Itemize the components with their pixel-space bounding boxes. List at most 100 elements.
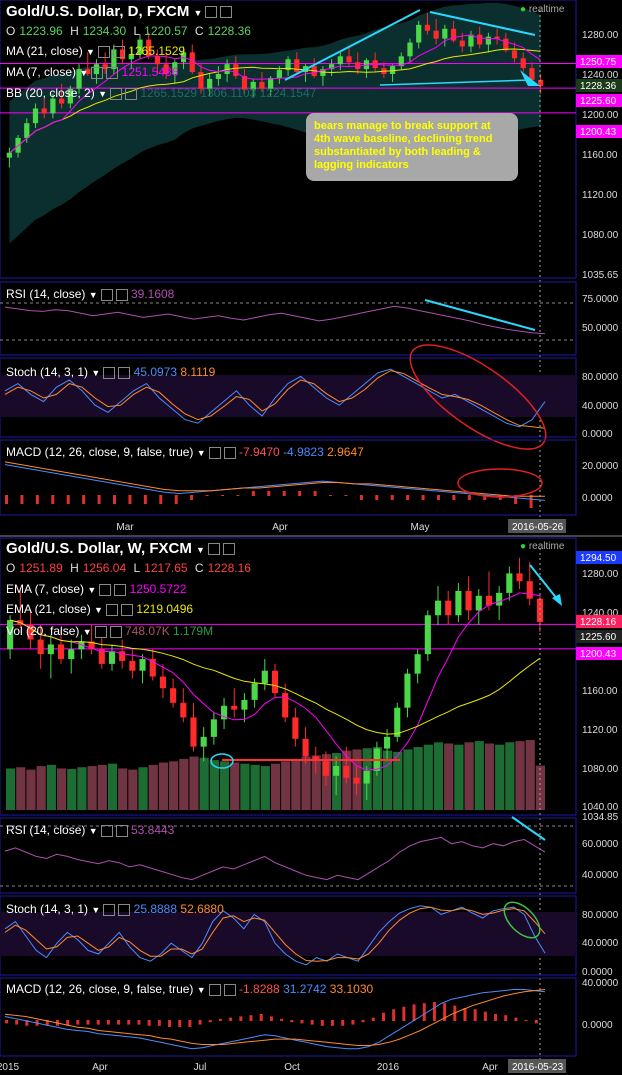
- macd-hist-bar: [432, 1002, 436, 1021]
- ma7-legend[interactable]: MA (7, close) ▼ 1251.5486: [6, 65, 178, 79]
- macd-label: MACD (12, 26, close, 9, false, true): [6, 982, 194, 996]
- macd-value: -1.8288: [239, 982, 280, 996]
- top-stoch-legend[interactable]: Stoch (14, 3, 1) ▼ 45.0973 8.1119: [6, 365, 215, 379]
- x-axis-label: Apr: [92, 1062, 108, 1073]
- macd-hist-bar: [494, 1014, 498, 1021]
- candle-body: [139, 659, 146, 671]
- candle-body: [468, 34, 474, 47]
- macd-hist-bar: [143, 495, 147, 504]
- price-tag: 1200.43: [580, 127, 617, 138]
- bb-legend[interactable]: BB (20, close, 2) ▼ 1265.1529 1306.1103 …: [6, 86, 316, 100]
- macd-hist-bar: [298, 491, 302, 496]
- rsi-axis-label: 75.0000: [582, 294, 619, 305]
- volume-bar: [495, 744, 505, 810]
- close-icon[interactable]: [124, 87, 137, 100]
- ema7-legend[interactable]: EMA (7, close) ▼ 1250.5722: [6, 582, 186, 596]
- macd-hist-bar: [208, 1020, 212, 1023]
- settings-icon[interactable]: [97, 45, 110, 58]
- candle-body: [465, 590, 472, 611]
- macd-hist-bar: [282, 491, 286, 496]
- macd-hist-bar: [514, 1017, 518, 1021]
- bottom-stoch-legend[interactable]: Stoch (14, 3, 1) ▼ 25.8888 52.6880: [6, 902, 224, 916]
- close-icon[interactable]: [120, 603, 133, 616]
- o-label: O: [6, 24, 16, 38]
- stoch-d-value: 52.6880: [180, 902, 224, 916]
- ma21-legend[interactable]: MA (21, close) ▼ 1265.1529: [6, 44, 185, 58]
- settings-icon[interactable]: [207, 543, 220, 556]
- price-axis-label: 1034.85: [582, 812, 619, 823]
- macd-axis-label: 40.0000: [582, 978, 619, 989]
- close-icon[interactable]: [112, 45, 125, 58]
- x-axis-label: Mar: [116, 522, 134, 533]
- close-icon[interactable]: [223, 983, 236, 996]
- macd-signal-value: -4.9823: [283, 445, 324, 459]
- chevron-down-icon: ▼: [196, 545, 205, 555]
- bb-mid-value: 1265.1529: [140, 86, 198, 100]
- macd-hist-bar: [15, 1020, 19, 1025]
- chevron-down-icon: ▼: [88, 826, 98, 836]
- volume-bar: [128, 769, 138, 810]
- bottom-macd-legend[interactable]: MACD (12, 26, close, 9, false, true) ▼ -…: [6, 982, 373, 996]
- settings-icon[interactable]: [208, 983, 221, 996]
- volume-bar: [107, 763, 118, 810]
- volume-bar: [464, 742, 474, 810]
- settings-icon[interactable]: [103, 366, 116, 379]
- ema21-legend[interactable]: EMA (21, close) ▼ 1219.0496: [6, 602, 193, 616]
- close-icon[interactable]: [220, 6, 233, 19]
- macd-hist-bar: [310, 1020, 314, 1025]
- macd-hist-bar: [390, 495, 394, 500]
- close-icon[interactable]: [222, 543, 235, 556]
- close-icon[interactable]: [109, 625, 122, 638]
- settings-icon[interactable]: [94, 625, 107, 638]
- candle-body: [190, 717, 197, 747]
- x-axis-label: May: [411, 522, 430, 533]
- macd-hist-bar: [269, 1016, 273, 1021]
- price-tag: 1200.43: [580, 649, 617, 660]
- x-axis-label: Oct: [284, 1062, 300, 1073]
- chevron-down-icon: ▼: [196, 985, 206, 995]
- macd-hist-bar: [35, 495, 39, 504]
- candle-body: [503, 38, 509, 51]
- c-label: C: [194, 24, 204, 38]
- settings-icon[interactable]: [100, 288, 113, 301]
- volume-bar: [413, 747, 423, 810]
- close-icon[interactable]: [115, 288, 128, 301]
- macd-hist-bar: [524, 1020, 528, 1021]
- settings-icon[interactable]: [99, 583, 112, 596]
- macd-hist-bar: [463, 1008, 467, 1021]
- ema7-label: EMA (7, close): [6, 582, 85, 596]
- settings-icon[interactable]: [100, 824, 113, 837]
- rsi-axis-label: 60.0000: [582, 839, 619, 850]
- top-rsi-legend[interactable]: RSI (14, close) ▼ 39.1608: [6, 287, 174, 301]
- close-icon[interactable]: [118, 366, 131, 379]
- top-chart-title[interactable]: Gold/U.S. Dollar, D, FXCM ▼: [6, 3, 233, 20]
- close-icon[interactable]: [118, 903, 131, 916]
- settings-icon[interactable]: [208, 446, 221, 459]
- settings-icon[interactable]: [205, 6, 218, 19]
- macd-hist-bar: [20, 495, 24, 504]
- candle-body: [302, 738, 309, 757]
- realtime-text: realtime: [528, 4, 565, 15]
- h-label: H: [70, 24, 79, 38]
- macd-hist-bar: [452, 495, 456, 500]
- close-icon[interactable]: [106, 66, 119, 79]
- bottom-chart-title[interactable]: Gold/U.S. Dollar, W, FXCM ▼: [6, 540, 235, 557]
- close-icon[interactable]: [114, 583, 127, 596]
- settings-icon[interactable]: [91, 66, 104, 79]
- settings-icon[interactable]: [103, 903, 116, 916]
- volume-bar: [6, 768, 16, 810]
- macd-hist-bar: [106, 1020, 110, 1025]
- close-icon[interactable]: [115, 824, 128, 837]
- settings-icon[interactable]: [109, 87, 122, 100]
- bottom-rsi-legend[interactable]: RSI (14, close) ▼ 53.8443: [6, 823, 174, 837]
- bb-lower-value: 1224.1547: [259, 86, 317, 100]
- macd-hist-bar: [421, 495, 425, 500]
- volume-bar: [230, 762, 240, 810]
- vol-legend[interactable]: Vol (20, false) ▼ 748.07K 1.179M: [6, 624, 213, 638]
- candle-body: [47, 644, 54, 655]
- top-macd-legend[interactable]: MACD (12, 26, close, 9, false, true) ▼ -…: [6, 445, 364, 459]
- settings-icon[interactable]: [105, 603, 118, 616]
- macd-label: MACD (12, 26, close, 9, false, true): [6, 445, 194, 459]
- macd-hist-bar: [249, 1015, 253, 1021]
- close-icon[interactable]: [223, 446, 236, 459]
